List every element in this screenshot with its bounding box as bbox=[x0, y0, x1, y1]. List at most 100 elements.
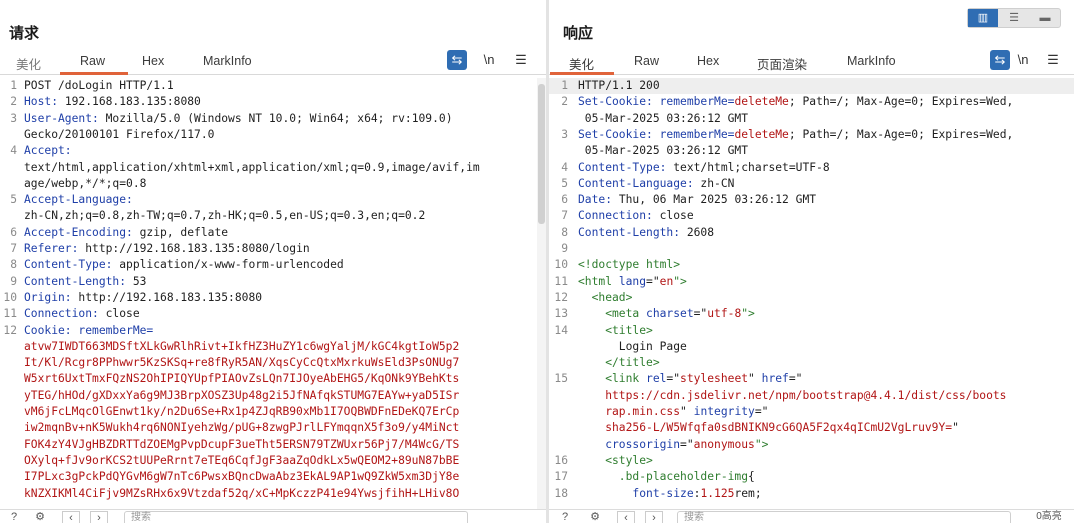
line-number: 18 bbox=[554, 486, 568, 500]
active-tab-indicator bbox=[550, 72, 614, 75]
code-token: "> bbox=[754, 437, 769, 451]
code-token: .bd-placeholder-img bbox=[578, 470, 749, 484]
scrollbar-thumb[interactable] bbox=[538, 84, 545, 224]
code-token: anonymous bbox=[693, 437, 755, 451]
line-text: zh-CN,zh;q=0.8,zh-TW;q=0.7,zh-HK;q=0.5,e… bbox=[24, 208, 425, 224]
code-token: Thu, 06 Mar 2025 03:26:12 GMT bbox=[612, 193, 817, 207]
line-text: OXylq+fJv9orKCS2tUUPeRrnt7eTEq6CqfJgF3aa… bbox=[24, 453, 459, 469]
code-token: text/html;charset=UTF-8 bbox=[666, 160, 830, 174]
request-code-line: iw2mqnBv+nK5Wukh4rq6NONIyehzWg/pUG+8zwgP… bbox=[0, 420, 546, 436]
wrap-lines-icon[interactable]: ⇆ bbox=[447, 50, 467, 70]
code-token: close bbox=[652, 209, 694, 223]
response-editor[interactable]: 1 HTTP/1.1 200 2 Set-Cookie: rememberMe=del… bbox=[549, 78, 1074, 509]
gear-icon[interactable]: ⚙ bbox=[32, 511, 48, 523]
gear-icon[interactable]: ⚙ bbox=[587, 511, 603, 523]
tab-request-markinfo[interactable]: MarkInfo bbox=[203, 54, 252, 68]
code-token: Host: bbox=[24, 95, 59, 109]
line-text: Login Page bbox=[578, 339, 687, 355]
line-text: <!doctype html> bbox=[578, 257, 680, 273]
code-token: rememberMe= bbox=[652, 95, 735, 109]
chevron-right-icon[interactable]: › bbox=[90, 511, 108, 523]
menu-icon[interactable]: ☰ bbox=[511, 50, 531, 70]
tab-request-raw[interactable]: Raw bbox=[80, 54, 105, 68]
line-number: 9 bbox=[10, 274, 17, 288]
code-token: HTTP/1.1 200 bbox=[578, 79, 660, 92]
code-token: Date: bbox=[578, 193, 613, 207]
help-icon[interactable]: ? bbox=[557, 511, 573, 523]
code-token: sha256-L/W5Wfqfa0sdBNIKN9cG6QA5F2qx4qICm… bbox=[578, 421, 953, 435]
code-token: 1.125 bbox=[700, 486, 735, 500]
single-pane-icon[interactable]: ▬ bbox=[1030, 9, 1060, 27]
response-search-input[interactable]: 搜索 bbox=[677, 511, 1011, 523]
request-code-line: Gecko/20100101 Firefox/117.0 bbox=[0, 127, 546, 143]
request-code-line: vM6jFcLMqcOlGEnwt1ky/n2Du6Se+Rx1p4ZJqRB9… bbox=[0, 404, 546, 420]
request-code-line: FOK4zY4VJgHBZDRTTdZOEMgPvpDcupF3ueTht5ER… bbox=[0, 437, 546, 453]
side-by-side-icon[interactable]: ▥ bbox=[968, 9, 998, 27]
stacked-rows-icon[interactable]: ☰ bbox=[999, 9, 1029, 27]
line-text: Accept-Encoding: gzip, deflate bbox=[24, 225, 228, 241]
tab-response-pretty[interactable]: 美化 bbox=[569, 54, 594, 73]
line-text: Accept-Language: bbox=[24, 192, 133, 208]
code-token: rememberMe= bbox=[652, 127, 735, 141]
chevron-left-icon[interactable]: ‹ bbox=[617, 511, 635, 523]
tab-response-hex[interactable]: Hex bbox=[697, 54, 719, 68]
code-token: text/html,application/xhtml+xml,applicat… bbox=[24, 160, 480, 174]
code-token: Content-Language: bbox=[578, 176, 694, 190]
line-number: 4 bbox=[561, 160, 568, 174]
response-code-line: 6 Date: Thu, 06 Mar 2025 03:26:12 GMT bbox=[549, 192, 1074, 208]
line-text: kNZXIKMl4CiFjv9MZsRHx6x9Vtzdaf52q/xC+MpK… bbox=[24, 486, 459, 502]
line-text: yTEG/hHOd/gXDxxYa6g9MJ3BrpXOSZ3Up48g2i5J… bbox=[24, 388, 459, 404]
tab-request-hex[interactable]: Hex bbox=[142, 54, 164, 68]
newline-toggle[interactable]: \n bbox=[1013, 50, 1033, 70]
line-number: 12 bbox=[554, 290, 568, 304]
tab-response-render[interactable]: 页面渲染 bbox=[757, 54, 807, 73]
line-text: Content-Type: application/x-www-form-url… bbox=[24, 257, 344, 273]
menu-icon[interactable]: ☰ bbox=[1043, 50, 1063, 70]
help-icon[interactable]: ? bbox=[6, 511, 22, 523]
line-number: 1 bbox=[561, 79, 568, 92]
line-number: 2 bbox=[10, 95, 17, 109]
line-text: Set-Cookie: rememberMe=deleteMe; Path=/;… bbox=[578, 127, 1013, 143]
line-number: 1 bbox=[10, 79, 17, 92]
request-editor[interactable]: 1 POST /doLogin HTTP/1.1 2 Host: 192.168.18… bbox=[0, 78, 546, 509]
code-token: =" bbox=[666, 372, 681, 386]
response-code-line: 5 Content-Language: zh-CN bbox=[549, 176, 1074, 192]
response-code-line: Login Page bbox=[549, 339, 1074, 355]
code-token: </title> bbox=[578, 356, 660, 370]
code-token: vM6jFcLMqcOlGEnwt1ky/n2Du6Se+Rx1p4ZJqRB9… bbox=[24, 405, 460, 418]
response-code-line: 1 HTTP/1.1 200 bbox=[549, 78, 1074, 95]
code-token: zh-CN,zh;q=0.8,zh-TW;q=0.7,zh-HK;q=0.5,e… bbox=[24, 209, 426, 223]
line-text: POST /doLogin HTTP/1.1 bbox=[24, 78, 174, 94]
line-text: <html lang="en"> bbox=[578, 274, 687, 290]
code-token: <link bbox=[578, 372, 647, 386]
chevron-left-icon[interactable]: ‹ bbox=[62, 511, 80, 523]
request-code-line: 3 User-Agent: Mozilla/5.0 (Windows NT 10.… bbox=[0, 111, 546, 127]
newline-toggle[interactable]: \n bbox=[479, 50, 499, 70]
code-token: Login Page bbox=[578, 339, 687, 353]
request-code-line: 2 Host: 192.168.183.135:8080 bbox=[0, 94, 546, 110]
chevron-right-icon[interactable]: › bbox=[645, 511, 663, 523]
request-code-line: 8 Content-Type: application/x-www-form-ur… bbox=[0, 257, 546, 273]
line-text: atvw7IWDT663MDSftXLkGwRlhRivt+IkfHZ3HuZY… bbox=[24, 339, 459, 355]
wrap-lines-icon[interactable]: ⇆ bbox=[990, 50, 1010, 70]
line-text: Date: Thu, 06 Mar 2025 03:26:12 GMT bbox=[578, 192, 816, 208]
request-scrollbar[interactable] bbox=[537, 78, 546, 509]
request-pane: 请求 美化 Raw Hex MarkInfo ⇆ \n ☰ 1 POST /doL… bbox=[0, 0, 546, 523]
code-token: https://cdn.jsdelivr.net/npm/bootstrap@4… bbox=[578, 388, 1007, 402]
code-token: POST /doLogin HTTP/1.1 bbox=[24, 79, 174, 92]
line-number: 17 bbox=[554, 470, 568, 484]
line-number: 4 bbox=[10, 144, 17, 158]
response-code-line: 16 <style> bbox=[549, 453, 1074, 469]
line-number: 6 bbox=[561, 193, 568, 207]
request-search-input[interactable]: 搜索 bbox=[124, 511, 468, 523]
code-token: Connection: bbox=[24, 307, 99, 321]
line-number: 9 bbox=[561, 242, 568, 255]
tab-response-raw[interactable]: Raw bbox=[634, 54, 659, 68]
line-text: Host: 192.168.183.135:8080 bbox=[24, 94, 201, 110]
request-code-line: 6 Accept-Encoding: gzip, deflate bbox=[0, 225, 546, 241]
response-code-line: 2 Set-Cookie: rememberMe=deleteMe; Path=/… bbox=[549, 94, 1074, 110]
tab-response-markinfo[interactable]: MarkInfo bbox=[847, 54, 896, 68]
line-text: .bd-placeholder-img{ bbox=[578, 469, 755, 485]
tab-request-pretty[interactable]: 美化 bbox=[16, 54, 41, 73]
response-code-line: 7 Connection: close bbox=[549, 208, 1074, 224]
